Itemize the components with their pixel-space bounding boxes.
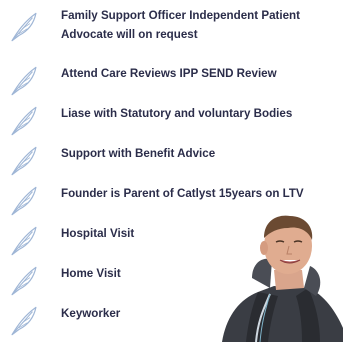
list-item-label: Liase with Statutory and voluntary Bodie…: [61, 107, 293, 120]
list-item-label: Hospital Visit: [61, 227, 135, 240]
feather-icon: [11, 186, 37, 216]
feather-icon: [11, 266, 37, 296]
person-photo: [222, 215, 343, 342]
list-item-label: Family Support Officer Independent Patie…: [61, 6, 300, 44]
feather-icon: [11, 146, 37, 176]
list-item-label: Attend Care Reviews IPP SEND Review: [61, 67, 277, 80]
feather-icon: [11, 226, 37, 256]
list-item-label-line2: Advocate will on request: [61, 28, 198, 41]
feather-icon: [11, 306, 37, 336]
list-item-label: Keyworker: [61, 307, 121, 320]
feather-icon: [11, 106, 37, 136]
list-item-label-line1: Family Support Officer Independent Patie…: [61, 9, 300, 22]
list-item-label: Home Visit: [61, 267, 121, 280]
feather-icon: [11, 66, 37, 96]
feather-icon: [11, 12, 37, 42]
list-item-label: Support with Benefit Advice: [61, 147, 216, 160]
list-item-label: Founder is Parent of Catlyst 15years on …: [61, 187, 304, 200]
